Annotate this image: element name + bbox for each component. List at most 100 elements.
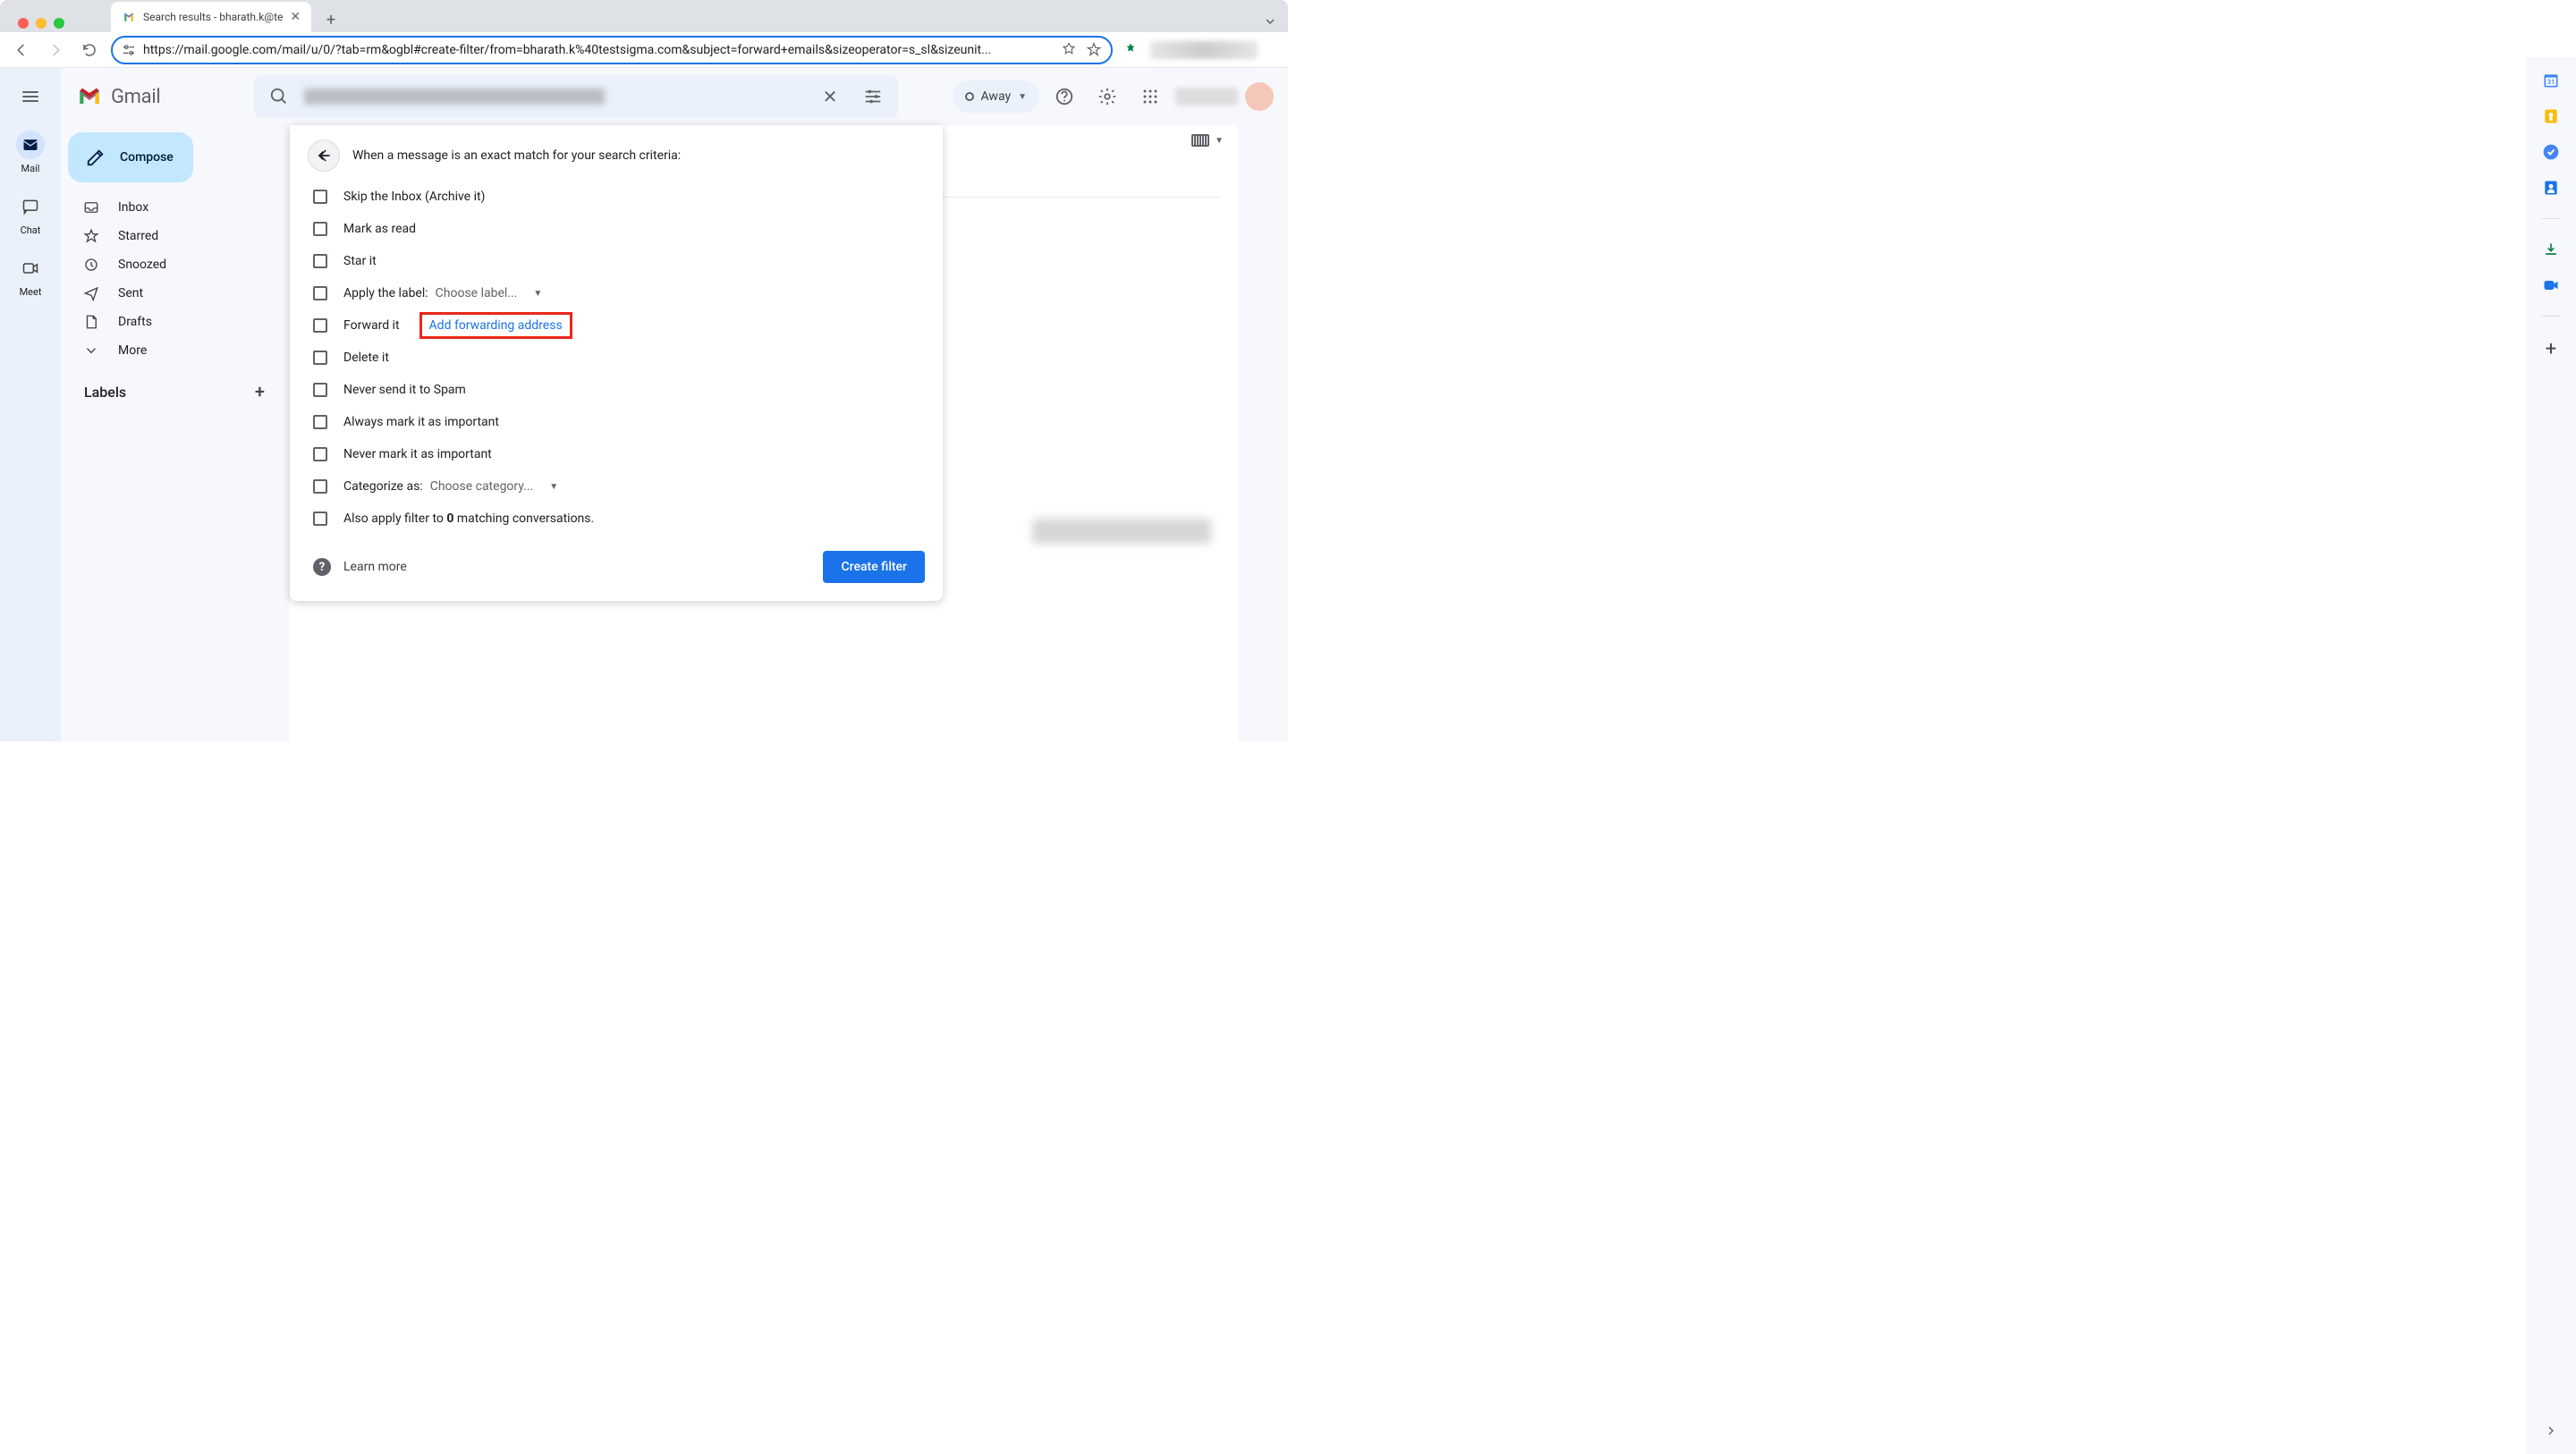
choose-category-dropdown[interactable]: Choose category... ▼ bbox=[430, 479, 558, 494]
new-tab-button[interactable]: + bbox=[318, 7, 343, 32]
filter-option-forward-it[interactable]: Forward it Add forwarding address bbox=[313, 309, 925, 342]
filter-option-delete-it[interactable]: Delete it bbox=[313, 342, 925, 374]
filter-option-always-important[interactable]: Always mark it as important bbox=[313, 406, 925, 438]
site-settings-icon[interactable] bbox=[122, 43, 136, 57]
checkbox[interactable] bbox=[313, 383, 327, 397]
add-label-button[interactable]: + bbox=[255, 381, 265, 402]
checkbox[interactable] bbox=[313, 222, 327, 236]
rail-label-mail: Mail bbox=[21, 163, 40, 174]
checkbox[interactable] bbox=[313, 415, 327, 429]
settings-button[interactable] bbox=[1089, 79, 1125, 114]
back-button[interactable] bbox=[308, 139, 340, 172]
contacts-icon[interactable] bbox=[2542, 179, 2560, 197]
input-tools[interactable]: ▼ bbox=[1191, 134, 1224, 147]
tasks-icon[interactable] bbox=[2542, 143, 2560, 161]
sidebar-item-drafts[interactable]: Drafts bbox=[61, 308, 283, 336]
file-icon bbox=[82, 314, 100, 330]
side-panel-toggle[interactable] bbox=[2538, 1418, 2563, 1443]
org-badge-blurred bbox=[1175, 88, 1238, 106]
side-panel: 31 + bbox=[2526, 57, 2576, 1454]
extension-icon[interactable] bbox=[1122, 41, 1140, 59]
filter-option-categorize[interactable]: Categorize as: Choose category... ▼ bbox=[313, 470, 925, 503]
get-addons-button[interactable]: + bbox=[2546, 338, 2556, 360]
addon-video-icon[interactable] bbox=[2542, 276, 2560, 294]
browser-tab-active[interactable]: Search results - bharath.k@te ✕ bbox=[111, 2, 311, 32]
support-button[interactable] bbox=[1046, 79, 1082, 114]
mail-icon bbox=[21, 136, 39, 154]
search-bar[interactable]: ✕ bbox=[254, 75, 898, 118]
status-chip[interactable]: Away ▼ bbox=[953, 80, 1039, 113]
labels-title: Labels bbox=[84, 384, 126, 401]
window-controls bbox=[7, 14, 75, 32]
keep-icon[interactable] bbox=[2542, 107, 2560, 125]
filter-option-never-important[interactable]: Never mark it as important bbox=[313, 438, 925, 470]
option-label-post: matching conversations. bbox=[453, 511, 594, 526]
create-filter-button[interactable]: Create filter bbox=[823, 551, 925, 583]
checkbox[interactable] bbox=[313, 190, 327, 204]
checkbox[interactable] bbox=[313, 511, 327, 526]
sidebar-label: Inbox bbox=[118, 200, 148, 215]
tabs-dropdown[interactable] bbox=[1259, 11, 1281, 32]
filter-option-star-it[interactable]: Star it bbox=[313, 245, 925, 277]
compose-button[interactable]: Compose bbox=[68, 132, 193, 182]
nav-forward-button[interactable] bbox=[43, 38, 68, 63]
checkbox[interactable] bbox=[313, 479, 327, 494]
tab-close-icon[interactable]: ✕ bbox=[290, 10, 301, 24]
sidebar-item-more[interactable]: More bbox=[61, 336, 283, 365]
omnibox[interactable]: https://mail.google.com/mail/u/0/?tab=rm… bbox=[111, 36, 1113, 64]
sidebar: Compose Inbox Starred Snoozed bbox=[61, 125, 290, 741]
search-icon[interactable] bbox=[261, 79, 297, 114]
checkbox[interactable] bbox=[313, 447, 327, 461]
nav-reload-button[interactable] bbox=[77, 38, 102, 63]
browser-chrome: Search results - bharath.k@te ✕ + https:… bbox=[0, 0, 1288, 68]
keyboard-icon bbox=[1191, 134, 1209, 147]
bookmark-star-icon[interactable] bbox=[1086, 42, 1102, 58]
filter-option-never-spam[interactable]: Never send it to Spam bbox=[313, 374, 925, 406]
divider bbox=[2542, 316, 2560, 317]
compose-label: Compose bbox=[120, 150, 174, 165]
option-label: Apply the label: bbox=[343, 286, 428, 300]
search-clear-icon[interactable]: ✕ bbox=[812, 79, 848, 114]
filter-option-apply-label[interactable]: Apply the label: Choose label... ▼ bbox=[313, 277, 925, 309]
checkbox[interactable] bbox=[313, 318, 327, 333]
sidebar-item-snoozed[interactable]: Snoozed bbox=[61, 250, 283, 279]
calendar-icon[interactable]: 31 bbox=[2542, 72, 2560, 89]
gmail-logo[interactable]: Gmail bbox=[75, 82, 236, 111]
chevron-down-icon: ▼ bbox=[1215, 136, 1224, 146]
addon-download-icon[interactable] bbox=[2542, 241, 2560, 258]
chat-icon bbox=[21, 198, 39, 216]
rail-label-meet: Meet bbox=[20, 286, 42, 298]
learn-more-link[interactable]: ? Learn more bbox=[313, 558, 407, 576]
sidebar-item-sent[interactable]: Sent bbox=[61, 279, 283, 308]
gmail-header: Gmail ✕ Away ▼ bbox=[61, 68, 1288, 125]
rail-item-chat[interactable]: Chat bbox=[0, 187, 61, 241]
omnibox-badge-icon[interactable] bbox=[1061, 42, 1077, 58]
main-menu-button[interactable] bbox=[9, 75, 52, 118]
create-filter-panel: When a message is an exact match for you… bbox=[290, 125, 943, 601]
rail-item-meet[interactable]: Meet bbox=[0, 249, 61, 303]
checkbox[interactable] bbox=[313, 254, 327, 268]
sidebar-item-starred[interactable]: Starred bbox=[61, 222, 283, 250]
add-forwarding-address-link[interactable]: Add forwarding address bbox=[419, 312, 572, 339]
browser-toolbar: https://mail.google.com/mail/u/0/?tab=rm… bbox=[0, 32, 1288, 68]
sidebar-item-inbox[interactable]: Inbox bbox=[61, 193, 283, 222]
window-close[interactable] bbox=[18, 18, 29, 29]
window-minimize[interactable] bbox=[36, 18, 47, 29]
nav-back-button[interactable] bbox=[9, 38, 34, 63]
option-label: Never mark it as important bbox=[343, 447, 492, 461]
filter-option-skip-inbox[interactable]: Skip the Inbox (Archive it) bbox=[313, 181, 925, 213]
choose-label-dropdown[interactable]: Choose label... ▼ bbox=[436, 286, 543, 300]
rail-item-mail[interactable]: Mail bbox=[0, 125, 61, 180]
checkbox[interactable] bbox=[313, 286, 327, 300]
search-options-icon[interactable] bbox=[855, 79, 891, 114]
toolbar-extensions bbox=[1122, 41, 1258, 59]
blurred-activity-text bbox=[1032, 519, 1211, 544]
sidebar-label: Snoozed bbox=[118, 258, 166, 272]
filter-option-mark-read[interactable]: Mark as read bbox=[313, 213, 925, 245]
filter-option-also-apply[interactable]: Also apply filter to 0 matching conversa… bbox=[313, 503, 925, 535]
account-avatar[interactable] bbox=[1245, 82, 1274, 111]
blurred-extensions bbox=[1150, 41, 1258, 59]
apps-button[interactable] bbox=[1132, 79, 1168, 114]
checkbox[interactable] bbox=[313, 351, 327, 365]
window-maximize[interactable] bbox=[54, 18, 64, 29]
